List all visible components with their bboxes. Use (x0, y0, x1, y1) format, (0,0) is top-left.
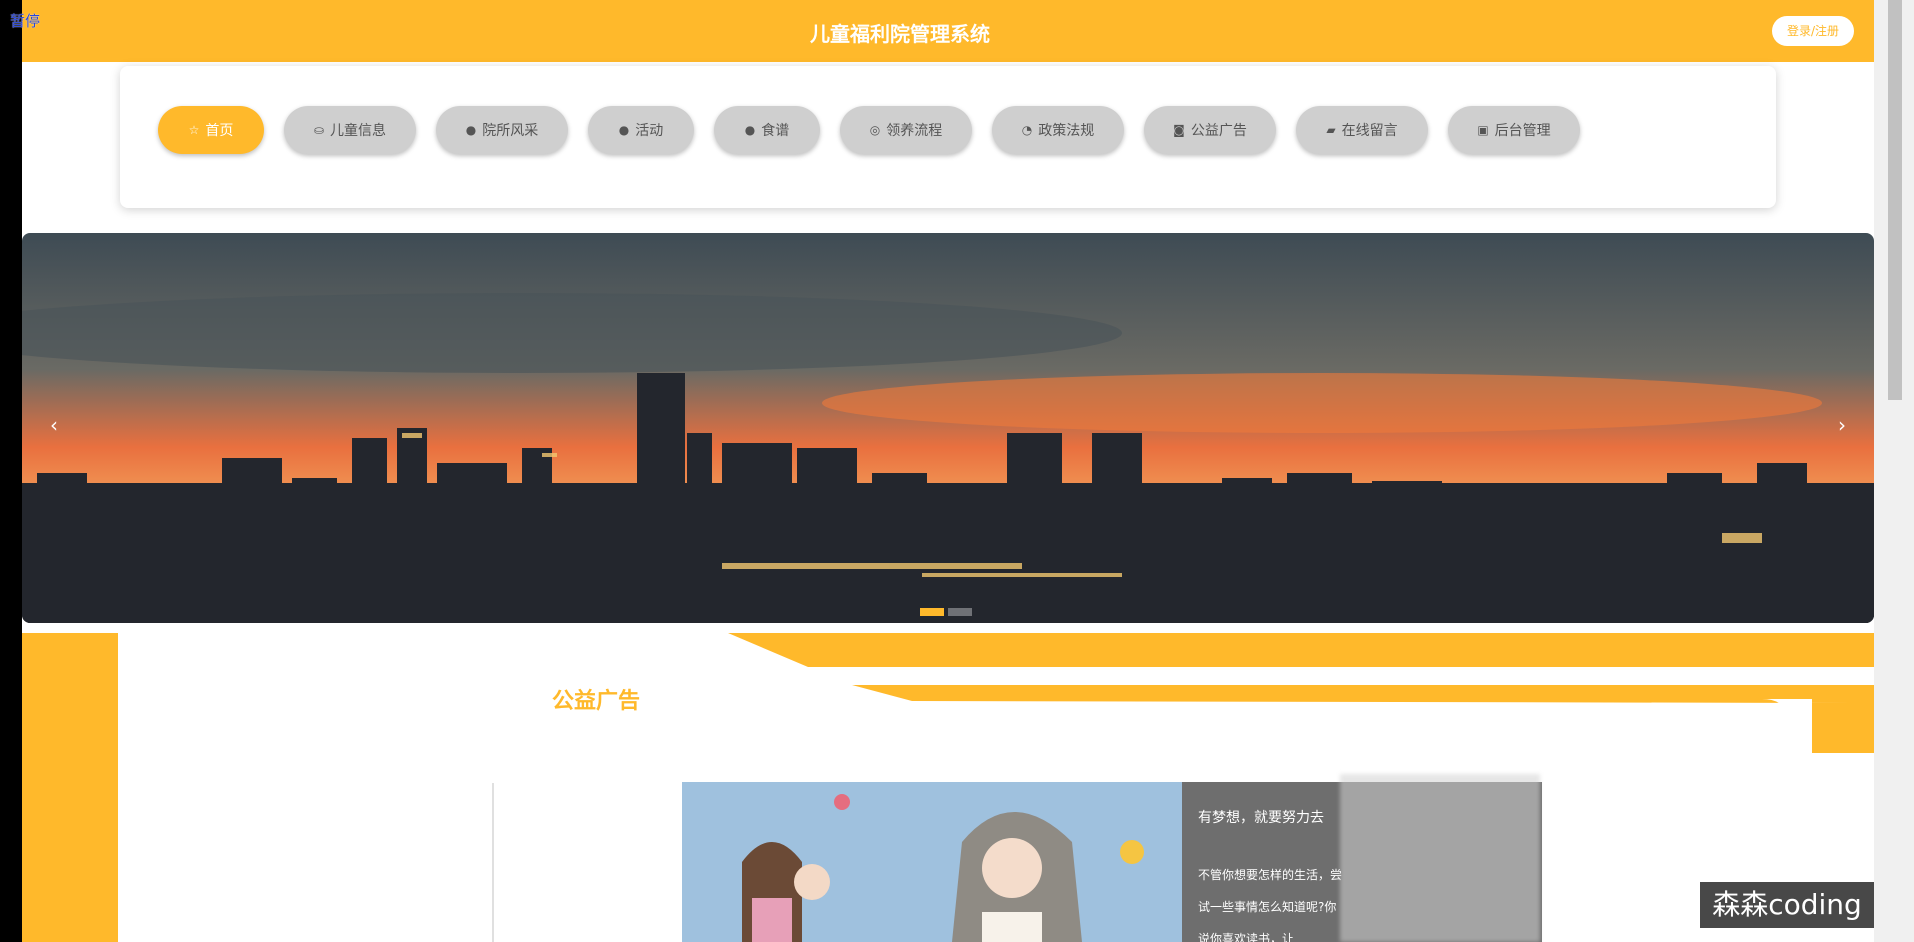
illustration-image (682, 782, 1182, 942)
nav-item-label: 院所风采 (482, 123, 539, 139)
banner-dot[interactable] (948, 608, 972, 616)
page: 暂停 儿童福利院管理系统 登录/注册 ☆ 首页 ⛀ 儿童信息 ● 院所风采 ● … (0, 0, 1914, 942)
section-title: 公益广告 (552, 689, 641, 714)
nav-item-public-ads[interactable]: ◙ 公益广告 (1144, 106, 1276, 154)
ad-illustration[interactable] (682, 782, 1182, 942)
nav-item-label: 政策法规 (1038, 123, 1095, 139)
nav-item-label: 后台管理 (1494, 123, 1551, 139)
banner-carousel[interactable]: ‹ › (22, 233, 1874, 623)
banner-dots (920, 608, 972, 616)
camera-icon: ◙ (1173, 123, 1185, 137)
nav-item-label: 领养流程 (886, 123, 943, 139)
nav-item-label: 儿童信息 (330, 123, 387, 139)
banner-dot[interactable] (920, 608, 944, 616)
nav-item-recipes[interactable]: ● 食谱 (714, 106, 820, 154)
blur-overlay (1340, 774, 1540, 942)
exclamation-icon: ● (465, 123, 477, 137)
site-title: 儿童福利院管理系统 (810, 22, 990, 46)
login-register-button[interactable]: 登录/注册 (1772, 16, 1854, 46)
nav-item-label: 公益广告 (1190, 123, 1247, 139)
nav-item-messages[interactable]: ▰ 在线留言 (1296, 106, 1428, 154)
nav-item-policies[interactable]: ◔ 政策法规 (992, 106, 1124, 154)
ad-description: 不管你想要怎样的生活，尝试一些事情怎么知道呢?你说你喜欢读书，让 (1198, 868, 1343, 942)
nav-item-home[interactable]: ☆ 首页 (158, 106, 264, 154)
nav-item-label: 食谱 (761, 123, 790, 139)
question-icon: ● (618, 123, 630, 137)
page-scrollbar[interactable] (1874, 0, 1914, 942)
globe-icon: ◎ (869, 123, 881, 137)
banner-next-arrow[interactable]: › (1838, 413, 1846, 437)
nav-list: ☆ 首页 ⛀ 儿童信息 ● 院所风采 ● 活动 ● 食谱 ◎ 领养流程 ◔ 政策… (158, 106, 1580, 154)
decorative-stripes (728, 633, 1874, 753)
nav-item-label: 首页 (205, 123, 234, 139)
scroll-thumb[interactable] (1888, 0, 1902, 400)
nav-item-adoption[interactable]: ◎ 领养流程 (840, 106, 972, 154)
briefcase-icon: ▣ (1477, 123, 1489, 137)
public-ads-section: 公益广告 有梦想，就要努力去 不管你想要怎样的生活，尝试一些事情怎么知道呢?你说… (22, 633, 1874, 942)
watermark: 森森coding (1700, 882, 1874, 928)
star-icon: ☆ (188, 123, 200, 137)
ad-headline: 有梦想，就要努力去 (1198, 810, 1324, 826)
banner-prev-arrow[interactable]: ‹ (50, 413, 58, 437)
nav-item-gallery[interactable]: ● 院所风采 (436, 106, 568, 154)
header: 儿童福利院管理系统 登录/注册 (22, 0, 1874, 62)
compass-icon: ◔ (1021, 123, 1033, 137)
nav-item-label: 活动 (635, 123, 664, 139)
nav-item-activities[interactable]: ● 活动 (588, 106, 694, 154)
city-skyline-image (22, 233, 1874, 623)
pause-label[interactable]: 暂停 (10, 10, 40, 31)
card-edge (492, 783, 494, 942)
nav-item-children-info[interactable]: ⛀ 儿童信息 (284, 106, 416, 154)
nav-card: ☆ 首页 ⛀ 儿童信息 ● 院所风采 ● 活动 ● 食谱 ◎ 领养流程 ◔ 政策… (120, 66, 1776, 208)
nav-item-admin[interactable]: ▣ 后台管理 (1448, 106, 1580, 154)
bag-icon: ⛀ (313, 123, 325, 137)
info-icon: ● (744, 123, 756, 137)
left-black-strip (0, 0, 22, 942)
nav-item-label: 在线留言 (1341, 123, 1398, 139)
car-icon: ▰ (1326, 123, 1336, 137)
